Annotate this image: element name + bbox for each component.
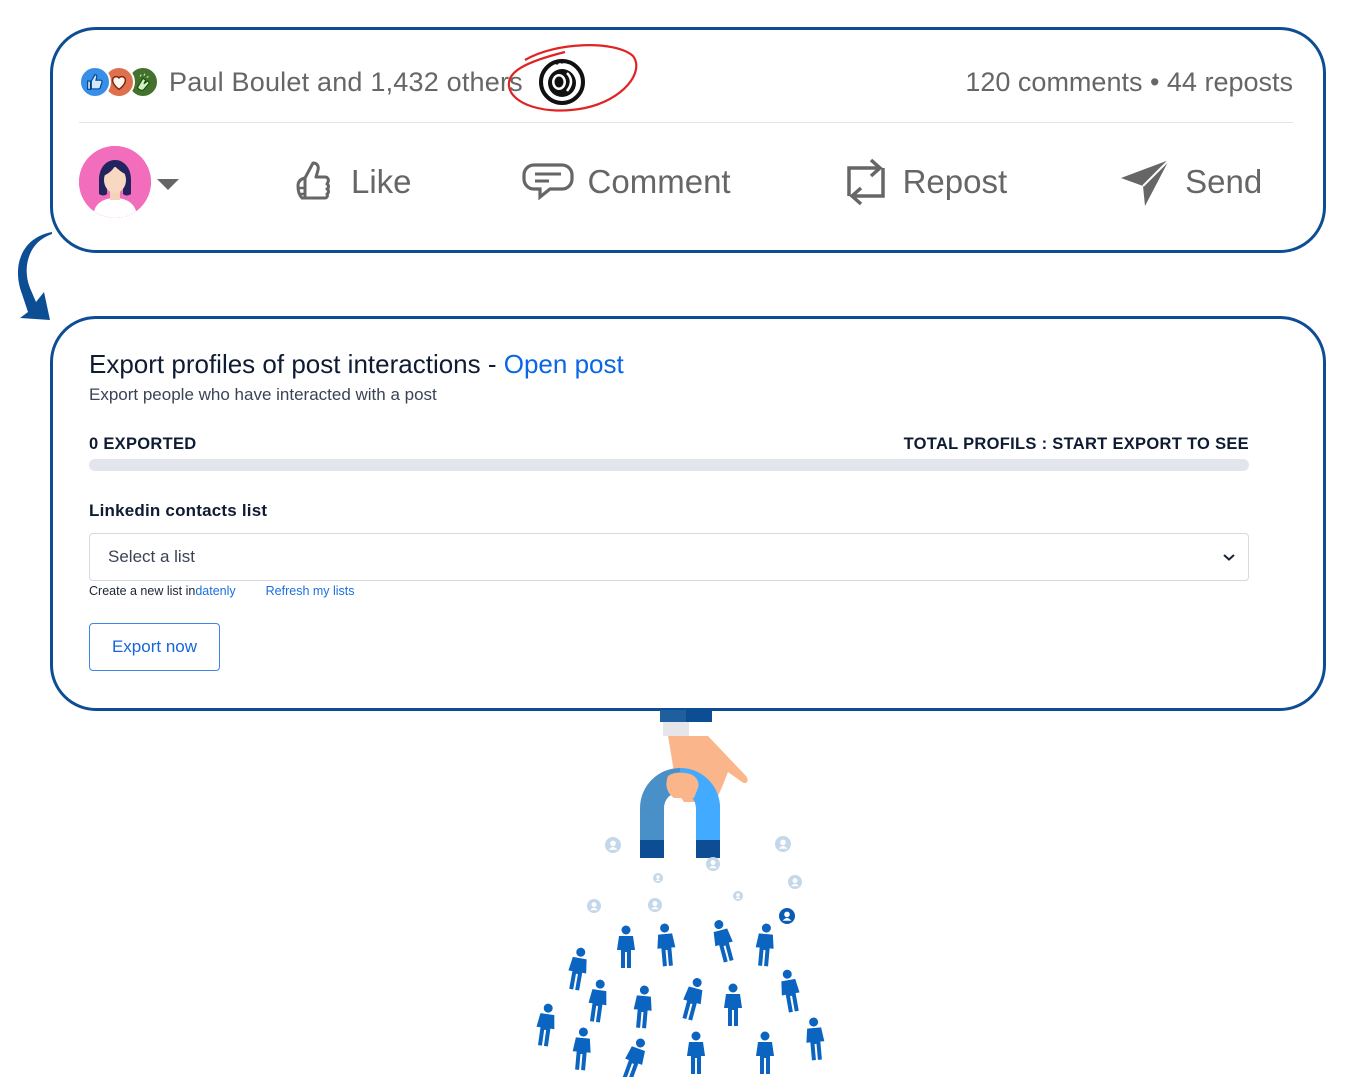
person-icon bbox=[756, 1031, 774, 1074]
select-value: Select a list bbox=[108, 547, 195, 566]
person-icon bbox=[755, 923, 774, 967]
helper-text: Create a new list in bbox=[89, 584, 196, 598]
person-icon bbox=[588, 979, 607, 1023]
send-button[interactable]: Send bbox=[1119, 156, 1262, 208]
profile-bubble-icon bbox=[779, 908, 795, 924]
progress-header: 0 EXPORTED TOTAL PROFILS : START EXPORT … bbox=[89, 435, 1249, 454]
person-icon bbox=[568, 947, 587, 991]
magnet-illustration bbox=[536, 710, 825, 1077]
eye-icon[interactable] bbox=[537, 57, 587, 107]
thumbs-up-icon bbox=[296, 161, 330, 200]
magnet-hand-icon bbox=[640, 710, 748, 858]
profile-bubble-icon bbox=[775, 836, 791, 852]
open-post-link[interactable]: Open post bbox=[504, 349, 624, 379]
export-panel: Export profiles of post interactions - O… bbox=[50, 316, 1326, 711]
profile-bubble-icon bbox=[653, 873, 663, 883]
send-icon bbox=[1121, 159, 1170, 206]
reactors-link[interactable]: Paul Boulet and 1,432 others bbox=[169, 67, 523, 98]
avatar bbox=[79, 146, 151, 218]
person-icon bbox=[687, 1031, 705, 1074]
person-icon bbox=[572, 1027, 591, 1071]
chevron-down-icon bbox=[157, 178, 179, 190]
person-icon bbox=[724, 983, 742, 1026]
profile-bubbles bbox=[587, 836, 802, 924]
reactions-stack[interactable] bbox=[79, 66, 159, 98]
comment-label: Comment bbox=[587, 163, 731, 200]
datenly-link[interactable]: datenly bbox=[195, 584, 235, 598]
like-label: Like bbox=[351, 163, 412, 200]
title-text: Export profiles of post interactions - bbox=[89, 349, 504, 379]
total-profiles: TOTAL PROFILS : START EXPORT TO SEE bbox=[903, 435, 1249, 453]
social-counts-row: Paul Boulet and 1,432 others 120 comment… bbox=[79, 58, 1293, 106]
contacts-list-label: Linkedin contacts list bbox=[89, 501, 268, 520]
profile-bubble-icon bbox=[605, 837, 621, 853]
refresh-lists-link[interactable]: Refresh my lists bbox=[266, 584, 355, 598]
profile-bubble-icon bbox=[648, 898, 662, 912]
person-icon bbox=[622, 1038, 645, 1077]
like-button[interactable]: Like bbox=[289, 158, 412, 206]
profile-bubble-icon bbox=[733, 891, 743, 901]
actor-switcher[interactable] bbox=[79, 146, 229, 218]
contacts-list-select[interactable]: Select a list bbox=[89, 533, 1249, 581]
like-reaction-icon bbox=[79, 66, 111, 98]
page-title: Export profiles of post interactions - O… bbox=[89, 347, 1249, 381]
post-actions-bar: Like Comment Repost Send bbox=[79, 138, 1293, 226]
profile-bubble-icon bbox=[788, 875, 802, 889]
profile-bubble-icon bbox=[706, 857, 720, 871]
person-icon bbox=[713, 920, 734, 963]
send-label: Send bbox=[1185, 163, 1263, 200]
repost-icon bbox=[846, 158, 885, 206]
person-icon bbox=[536, 1003, 555, 1047]
list-helper: Create a new list in datenly Refresh my … bbox=[89, 584, 1249, 598]
person-icon bbox=[633, 985, 652, 1029]
repost-label: Repost bbox=[902, 163, 1008, 200]
chevron-down-icon bbox=[1223, 554, 1235, 561]
subtitle: Export people who have interacted with a… bbox=[89, 385, 437, 404]
people-crowd bbox=[536, 920, 825, 1077]
comments-reposts-count[interactable]: 120 comments • 44 reposts bbox=[965, 67, 1293, 98]
comment-icon bbox=[521, 163, 574, 201]
comment-button[interactable]: Comment bbox=[521, 159, 731, 205]
curved-arrow-icon bbox=[17, 232, 52, 320]
exported-count: 0 EXPORTED bbox=[89, 435, 197, 453]
person-icon bbox=[682, 978, 703, 1021]
person-icon bbox=[806, 1017, 825, 1061]
divider bbox=[79, 122, 1293, 123]
person-icon bbox=[657, 923, 676, 967]
person-icon bbox=[781, 969, 800, 1013]
post-social-card: Paul Boulet and 1,432 others 120 comment… bbox=[50, 27, 1326, 253]
person-icon bbox=[617, 925, 635, 968]
repost-button[interactable]: Repost bbox=[843, 154, 1008, 210]
export-now-button[interactable]: Export now bbox=[89, 623, 220, 671]
profile-bubble-icon bbox=[587, 899, 601, 913]
export-progress-bar bbox=[89, 459, 1249, 471]
